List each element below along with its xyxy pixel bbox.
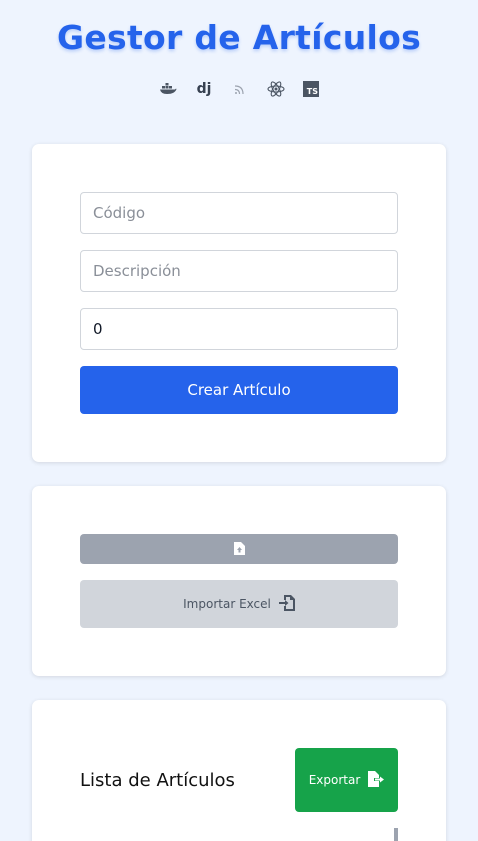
page-title: Gestor de Artículos [56,18,422,57]
export-label: Exportar [308,773,361,787]
file-select-button[interactable] [80,534,398,564]
file-upload-icon [233,540,245,559]
import-excel-button[interactable]: Importar Excel [80,580,398,628]
react-icon [267,80,285,98]
import-excel-label: Importar Excel [183,597,271,611]
export-button[interactable]: Exportar [295,748,398,812]
create-article-button[interactable]: Crear Artículo [80,366,398,414]
create-article-card: Crear Artículo [32,144,446,462]
article-list-card: Lista de Artículos Exportar [32,700,446,841]
file-export-icon [368,770,385,790]
codigo-input[interactable] [80,192,398,234]
rss-icon [231,80,249,98]
file-import-icon [278,594,295,614]
docker-icon [159,80,177,98]
django-icon: dj [196,81,212,97]
descripcion-input[interactable] [80,250,398,292]
table-scrollbar[interactable] [394,828,398,841]
typescript-icon: TS [303,81,319,97]
cantidad-input[interactable] [80,308,398,350]
import-card: Importar Excel [32,486,446,676]
tech-stack-icons: dj TS [0,78,478,100]
list-title: Lista de Artículos [80,770,235,791]
